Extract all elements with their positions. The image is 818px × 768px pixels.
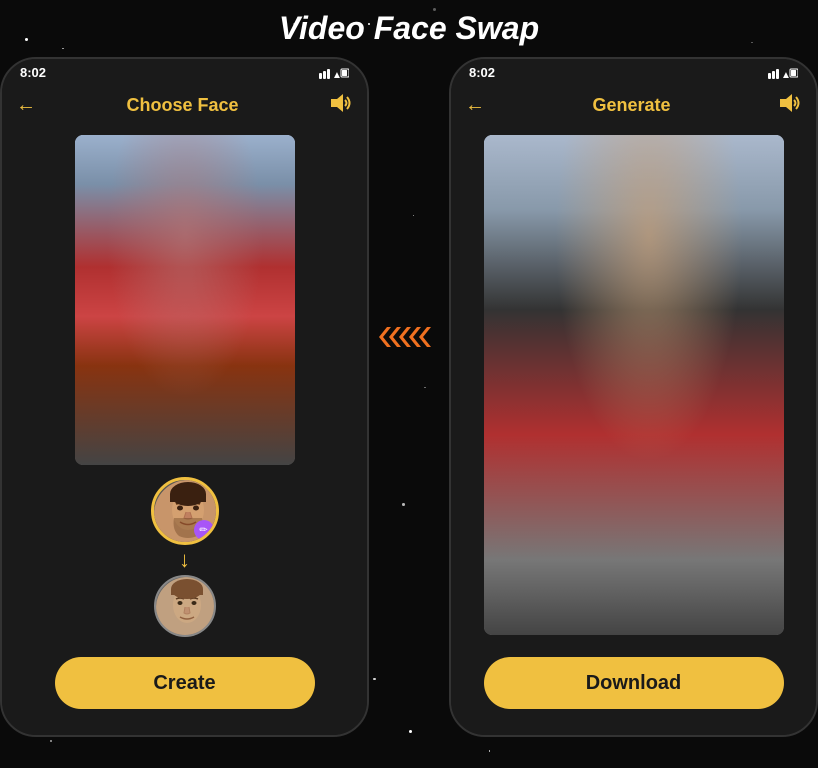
sound-button-right[interactable] xyxy=(778,92,802,119)
download-button[interactable]: Download xyxy=(484,657,784,709)
status-time-right: 8:02 xyxy=(469,65,495,80)
svg-text:▲: ▲ xyxy=(781,70,791,79)
status-icons-right: ▲ xyxy=(768,67,798,79)
signal-wifi-battery-icons-left: ▲ xyxy=(319,67,349,79)
phone-bottom-left: Create xyxy=(2,657,367,735)
ironman-scene-left xyxy=(75,135,295,465)
status-time-left: 8:02 xyxy=(20,65,46,80)
arrow-down: ↓ xyxy=(179,549,190,571)
ironman-rdj-scene xyxy=(484,135,784,635)
phone-left: 8:02 ▲ ← Choose Face xyxy=(0,57,369,737)
nav-title-right: Generate xyxy=(592,95,670,116)
nav-bar-right: ← Generate xyxy=(451,86,816,125)
phones-container: 8:02 ▲ ← Choose Face xyxy=(0,57,818,737)
create-button[interactable]: Create xyxy=(55,657,315,709)
status-icons-left: ▲ xyxy=(319,67,349,79)
result-face-avatar xyxy=(154,575,216,637)
star xyxy=(489,750,490,751)
star xyxy=(62,48,63,49)
result-face-svg xyxy=(156,577,216,637)
forward-arrows-icon xyxy=(379,322,439,352)
video-frame-left xyxy=(75,135,295,465)
status-bar-right: 8:02 ▲ xyxy=(451,59,816,86)
back-button-left[interactable]: ← xyxy=(16,94,36,117)
star xyxy=(50,740,52,742)
back-button-right[interactable]: ← xyxy=(465,94,485,117)
middle-arrows xyxy=(379,322,439,352)
nav-title-left: Choose Face xyxy=(126,95,238,116)
sound-button-left[interactable] xyxy=(329,92,353,119)
page-title: Video Face Swap xyxy=(0,0,818,47)
edit-badge[interactable]: ✏ xyxy=(194,520,214,540)
nav-bar-left: ← Choose Face xyxy=(2,86,367,125)
status-bar-left: 8:02 ▲ xyxy=(2,59,367,86)
phone-content-left: ✏ ↓ xyxy=(2,125,367,657)
phone-bottom-right: Download xyxy=(451,657,816,735)
phone-content-right xyxy=(451,125,816,657)
source-face-avatar[interactable]: ✏ xyxy=(151,477,219,545)
sound-icon-left xyxy=(329,92,353,114)
signal-wifi-battery-icons-right: ▲ xyxy=(768,67,798,79)
svg-text:▲: ▲ xyxy=(332,70,342,79)
phone-right: 8:02 ▲ ← Generate xyxy=(449,57,818,737)
sound-icon-right xyxy=(778,92,802,114)
face-swap-area: ✏ ↓ xyxy=(151,477,219,637)
video-frame-right xyxy=(484,135,784,635)
